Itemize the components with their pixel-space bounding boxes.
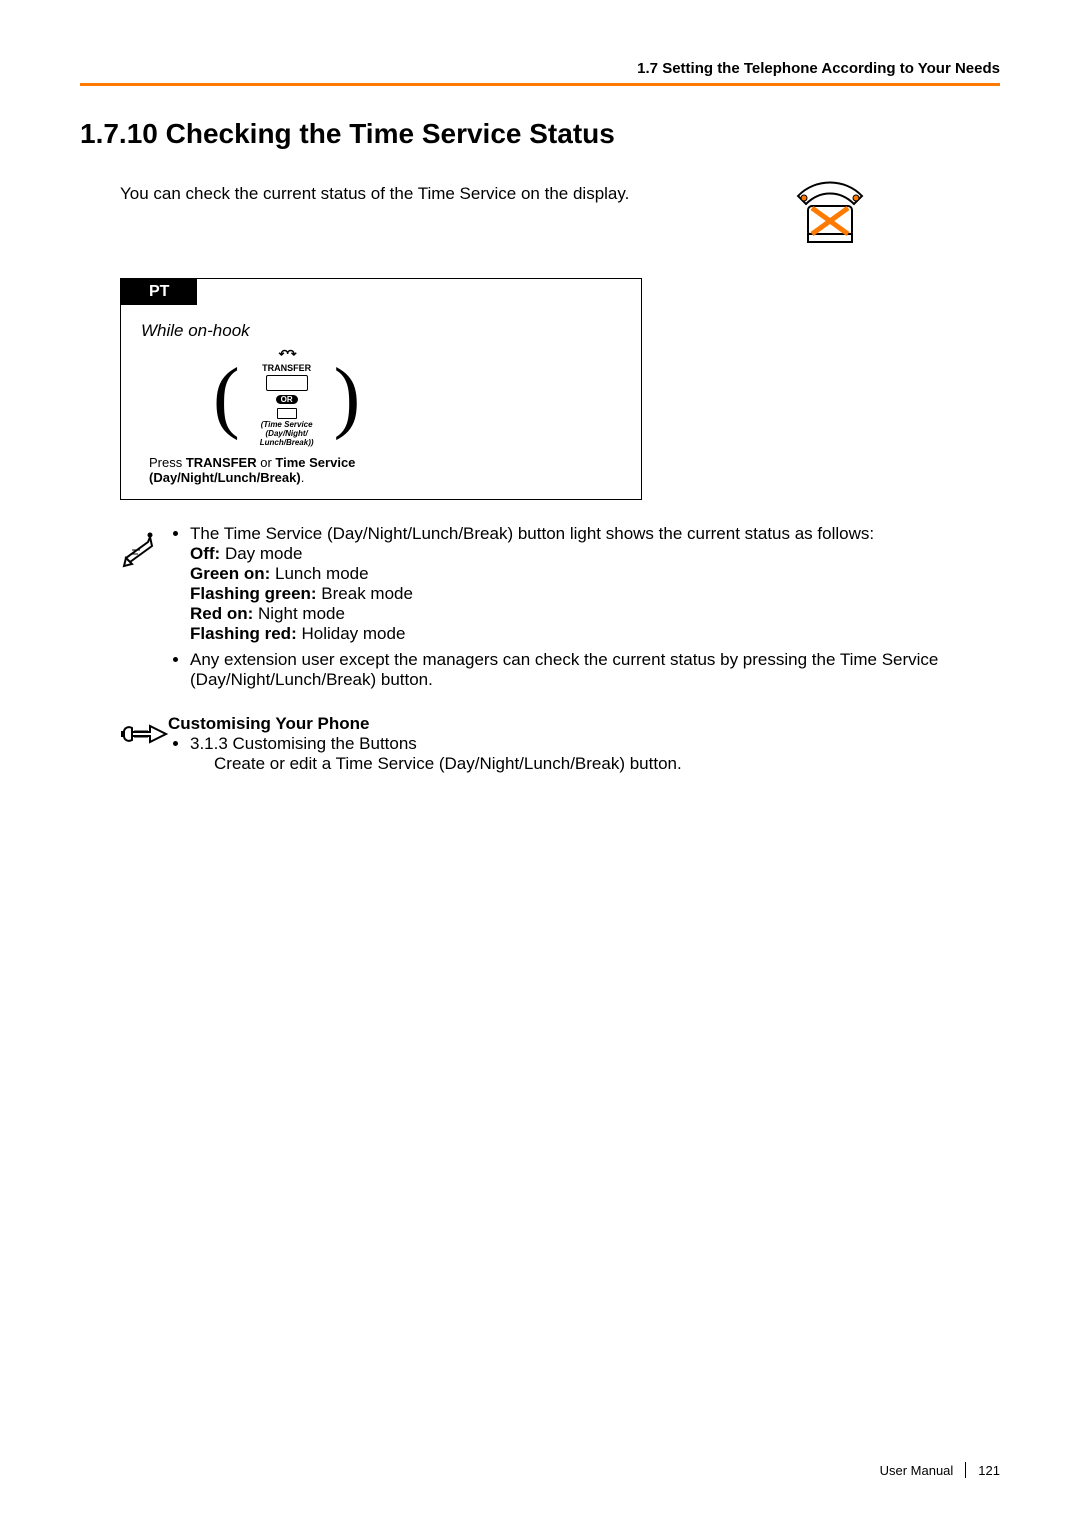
transfer-label: TRANSFER [262, 363, 311, 373]
pt-instruction: Press TRANSFER or Time Service (Day/Nigh… [149, 455, 621, 485]
text: Press [149, 455, 186, 470]
status-note-block: The Time Service (Day/Night/Lunch/Break)… [120, 524, 1000, 696]
footer-label: User Manual [880, 1463, 954, 1478]
text: Day mode [220, 544, 302, 563]
text: . [301, 470, 305, 485]
page-number: 121 [978, 1463, 1000, 1478]
time-service-caption: (Time Service (Day/Night/ Lunch/Break)) [260, 421, 314, 447]
page-footer: User Manual 121 [880, 1462, 1000, 1478]
ts-line: Lunch/Break)) [260, 439, 314, 448]
right-brace-icon: ) [334, 357, 361, 437]
pt-tab: PT [121, 279, 197, 305]
text: 3.1.3 Customising the Buttons [190, 734, 417, 753]
button-stack: ↶↷ TRANSFER OR (Time Service (Day/Night/… [242, 347, 332, 447]
footer-divider [965, 1462, 966, 1478]
note-bullet: The Time Service (Day/Night/Lunch/Break)… [190, 524, 1000, 644]
text-bold: Red on: [190, 604, 253, 623]
pt-procedure-box: PT While on-hook ( ↶↷ TRANSFER OR (Time … [120, 278, 642, 500]
text: Night mode [253, 604, 345, 623]
text: Holiday mode [297, 624, 406, 643]
transfer-button-icon [266, 375, 308, 391]
running-header: 1.7 Setting the Telephone According to Y… [80, 60, 1000, 77]
intro-text: You can check the current status of the … [80, 178, 629, 204]
text: or [257, 455, 276, 470]
note-bullet: Any extension user except the managers c… [190, 650, 1000, 690]
note-icon [120, 524, 168, 573]
text-bold: TRANSFER [186, 455, 257, 470]
pt-button-choice: ( ↶↷ TRANSFER OR (Time Service (Day/Nigh… [211, 347, 621, 447]
or-pill: OR [276, 395, 298, 404]
customising-block: Customising Your Phone 3.1.3 Customising… [120, 714, 1000, 780]
pt-subtitle: While on-hook [141, 321, 621, 341]
note-content: The Time Service (Day/Night/Lunch/Break)… [168, 524, 1000, 696]
pt-body: While on-hook ( ↶↷ TRANSFER OR (Time Ser… [121, 305, 641, 499]
text-bold: Flashing red: [190, 624, 297, 643]
text-bold: Time Service [275, 455, 355, 470]
customising-heading: Customising Your Phone [168, 714, 1000, 734]
intro-row: You can check the current status of the … [80, 178, 1000, 248]
text: Break mode [317, 584, 413, 603]
transfer-arrow-icon: ↶↷ [279, 347, 295, 361]
text-bold: (Day/Night/Lunch/Break) [149, 470, 301, 485]
header-rule [80, 83, 1000, 86]
text: The Time Service (Day/Night/Lunch/Break)… [190, 524, 874, 543]
time-service-button-icon [277, 408, 297, 419]
text: Lunch mode [270, 564, 368, 583]
text-bold: Flashing green: [190, 584, 317, 603]
left-brace-icon: ( [213, 357, 240, 437]
customising-content: Customising Your Phone 3.1.3 Customising… [168, 714, 1000, 780]
customising-detail: Create or edit a Time Service (Day/Night… [190, 754, 1000, 774]
pointing-hand-icon [120, 714, 168, 755]
text-bold: Off: [190, 544, 220, 563]
text-bold: Green on: [190, 564, 270, 583]
document-page: 1.7 Setting the Telephone According to Y… [0, 0, 1080, 1528]
phone-crossed-icon [790, 178, 870, 248]
customising-bullet: 3.1.3 Customising the Buttons Create or … [190, 734, 1000, 774]
section-title: 1.7.10 Checking the Time Service Status [80, 118, 1000, 150]
